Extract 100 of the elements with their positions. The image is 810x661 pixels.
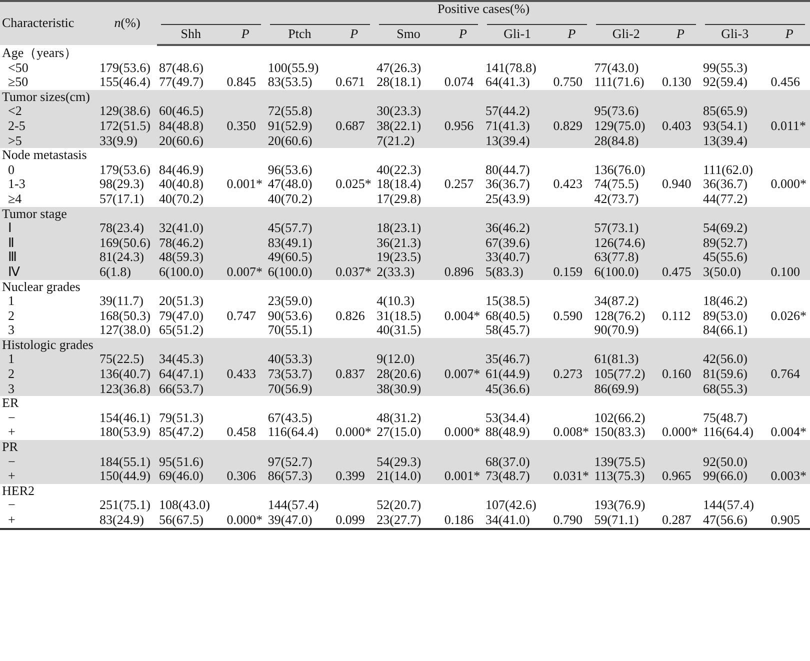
group-label: Nuclear grades	[2, 278, 80, 294]
table-cell: 0.011*	[770, 118, 806, 133]
table-cell: 68(55.3)	[703, 380, 748, 396]
table-cell: 45(57.7)	[268, 220, 312, 236]
table-cell: 251(75.1)	[100, 497, 150, 512]
table-cell: 13(39.4)	[485, 132, 530, 148]
table-cell: 116(64.4)	[268, 424, 318, 440]
table-cell: 83(49.1)	[268, 234, 312, 250]
table-cell: 77(49.7)	[159, 74, 204, 90]
column-group-header: Positive cases(%)	[437, 1, 530, 16]
table-cell: 42(73.7)	[594, 190, 639, 206]
column-header: P	[568, 26, 576, 41]
table-cell: 123(36.8)	[100, 380, 150, 396]
row-label: −	[8, 497, 16, 512]
table-cell: 36(21.3)	[376, 234, 422, 250]
table-cell: 36(36.7)	[485, 176, 530, 192]
group-label: Tumor stage	[2, 206, 67, 221]
table-cell: 64(47.1)	[159, 366, 204, 382]
table-cell: 0.403	[662, 118, 692, 133]
group-label: ER	[2, 395, 19, 410]
row-label: Ⅰ	[8, 220, 12, 236]
table-cell: 0.008*	[553, 424, 589, 440]
table-cell: 27(15.0)	[376, 424, 422, 440]
table-cell: 180(53.9)	[100, 424, 150, 440]
table-cell: 0.000*	[662, 424, 698, 440]
row-label: <50	[8, 60, 28, 75]
table-cell: 0.004*	[770, 424, 807, 440]
table-cell: 36(46.2)	[485, 220, 530, 236]
table-cell: 91(52.9)	[268, 118, 312, 133]
table-cell: 184(55.1)	[100, 454, 150, 469]
table-cell: 18(23.1)	[376, 220, 422, 236]
table-cell: 0.100	[770, 264, 800, 279]
row-label: 1	[8, 293, 14, 308]
table-cell: 23(27.7)	[376, 512, 422, 527]
table-cell: 69(46.0)	[159, 468, 204, 484]
table-cell: 0.130	[662, 74, 692, 90]
table-cell: 144(57.4)	[268, 497, 319, 512]
table-cell: 0.456	[770, 74, 800, 90]
table-cell: 73(53.7)	[268, 366, 312, 382]
table-cell: 67(43.5)	[268, 410, 312, 425]
table-cell: 40(40.8)	[159, 176, 204, 192]
table-cell: 84(48.8)	[159, 118, 204, 133]
table-cell: 79(47.0)	[159, 308, 204, 323]
table-cell: 102(66.2)	[594, 410, 646, 425]
column-header: P	[785, 26, 794, 41]
row-label: 1-3	[8, 176, 26, 192]
column-header: Ptch	[288, 26, 312, 41]
row-label: +	[8, 468, 16, 484]
table-cell: 0.031*	[553, 468, 589, 484]
row-label: Ⅲ	[8, 249, 17, 264]
table-cell: 40(53.3)	[268, 351, 312, 366]
table-cell: 0.007*	[226, 264, 263, 279]
table-cell: 31(18.5)	[376, 308, 422, 323]
table-cell: 0.956	[444, 118, 474, 133]
table-cell: 5(83.3)	[485, 264, 524, 279]
table-cell: 65(51.2)	[159, 322, 204, 338]
group-label: Node metastasis	[2, 147, 87, 162]
table-cell: 6(1.8)	[100, 264, 131, 279]
table-cell: 38(22.1)	[376, 118, 422, 133]
table-cell: 129(75.0)	[594, 118, 646, 133]
row-label: −	[8, 454, 16, 469]
column-header: Gli-3	[721, 26, 749, 41]
table-cell: 98(29.3)	[100, 176, 144, 192]
table-cell: 96(53.6)	[268, 162, 312, 177]
table-cell: 3(50.0)	[703, 264, 741, 279]
table-cell: 57(73.1)	[594, 220, 639, 236]
table-cell: 83(24.9)	[100, 512, 144, 527]
column-header: P	[241, 26, 250, 41]
table-cell: 40(31.5)	[376, 322, 422, 338]
table-cell: 95(51.6)	[159, 454, 204, 469]
table-cell: 0.186	[444, 512, 474, 527]
table-cell: 0.423	[553, 176, 582, 192]
table-cell: 0.000*	[444, 424, 480, 440]
table-cell: 0.837	[336, 366, 365, 382]
table-cell: 0.074	[444, 74, 474, 90]
table-cell: 0.001*	[444, 468, 480, 484]
table-cell: 45(36.6)	[485, 380, 530, 396]
table-cell: 92(59.4)	[703, 74, 748, 90]
table-cell: 48(31.2)	[376, 410, 422, 425]
table-cell: 45(55.6)	[703, 249, 748, 264]
table-cell: 44(77.2)	[703, 190, 748, 206]
table-cell: 80(44.7)	[485, 162, 530, 177]
table-cell: 6(100.0)	[594, 264, 639, 279]
table-cell: 0.257	[444, 176, 474, 192]
row-label: 2	[8, 308, 14, 323]
table-cell: 20(51.3)	[159, 293, 204, 308]
table-cell: 128(76.2)	[594, 308, 646, 323]
table-cell: 7(21.2)	[376, 132, 415, 148]
row-label: 2-5	[8, 118, 26, 133]
table-cell: 85(65.9)	[703, 103, 748, 118]
table-cell: 139(75.5)	[594, 454, 646, 469]
table-cell: 53(34.4)	[485, 410, 530, 425]
table-cell: 0.845	[226, 74, 256, 90]
table-cell: 85(47.2)	[159, 424, 204, 440]
table-cell: 86(57.3)	[268, 468, 312, 484]
row-label: <2	[8, 103, 22, 118]
table-cell: 99(55.3)	[703, 60, 748, 75]
table-cell: 64(41.3)	[485, 74, 530, 90]
table-cell: 150(83.3)	[594, 424, 646, 440]
table-cell: 33(40.7)	[485, 249, 530, 264]
